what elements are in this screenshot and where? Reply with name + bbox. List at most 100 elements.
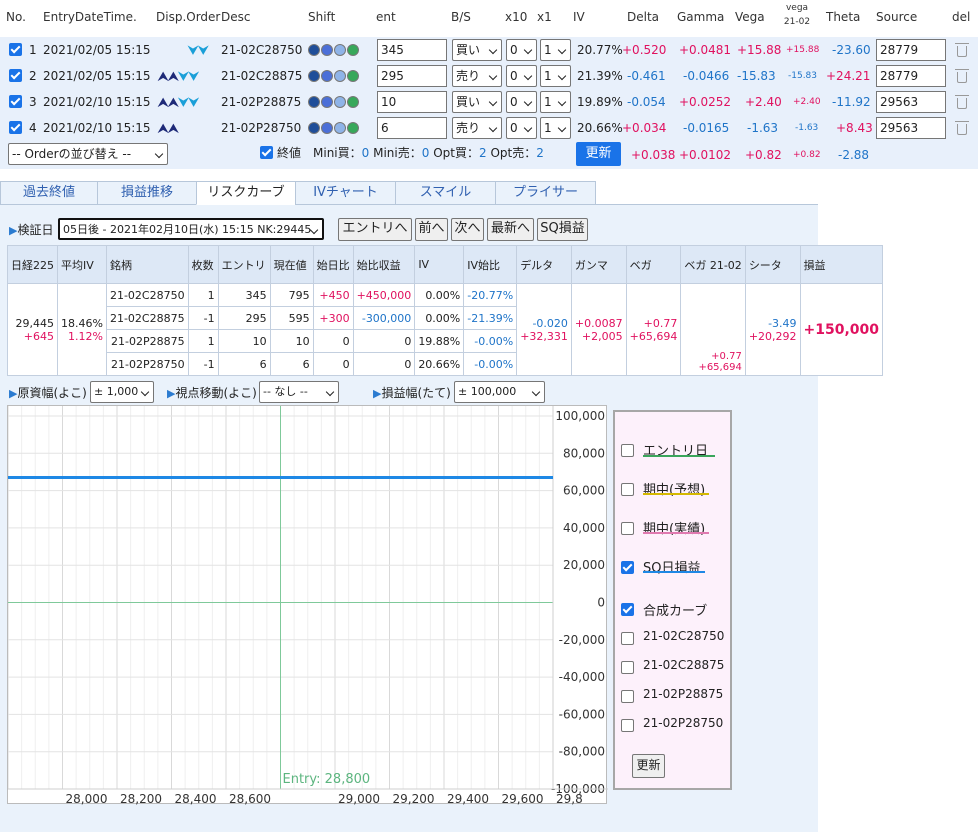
- legend-checkbox[interactable]: [621, 661, 634, 674]
- sq-pl-button[interactable]: SQ損益: [537, 218, 588, 241]
- shift-down-icon[interactable]: [321, 122, 333, 134]
- shift-up-icon[interactable]: [308, 122, 320, 134]
- move-top-icon[interactable]: ⮝: [158, 69, 168, 83]
- disp-order-arrows[interactable]: ⮝⮝⮟⮟: [158, 63, 199, 89]
- yrange-select[interactable]: ± 100,000: [454, 381, 545, 403]
- shift-buttons[interactable]: [308, 37, 360, 63]
- ent-input[interactable]: 345: [377, 39, 447, 61]
- shift-buttons[interactable]: [308, 63, 360, 89]
- view-select[interactable]: -- なし --: [259, 381, 339, 403]
- trash-icon[interactable]: [955, 43, 969, 57]
- shift-reset-icon[interactable]: [334, 44, 346, 56]
- move-bottom-icon[interactable]: ⮟: [189, 95, 199, 109]
- trash-icon[interactable]: [955, 121, 969, 135]
- disp-order-arrows[interactable]: ⮝⮝: [158, 115, 178, 141]
- row-checkbox[interactable]: [9, 95, 22, 108]
- x1-select[interactable]: 1: [540, 91, 571, 113]
- row-checkbox[interactable]: [9, 43, 22, 56]
- legend-checkbox[interactable]: [621, 690, 634, 703]
- shift-down-icon[interactable]: [321, 96, 333, 108]
- source-input[interactable]: 28779: [876, 65, 946, 87]
- x1-select[interactable]: 1: [540, 39, 571, 61]
- disp-order-arrows[interactable]: ⮟⮟: [188, 37, 208, 63]
- tab-pl-history[interactable]: 損益推移: [97, 181, 197, 205]
- ent-input[interactable]: 10: [377, 91, 447, 113]
- move-up-icon[interactable]: ⮝: [168, 95, 178, 109]
- tab-risk-curve[interactable]: リスクカーブ: [196, 181, 296, 205]
- final-checkbox[interactable]: [260, 146, 273, 159]
- move-down-icon[interactable]: ⮟: [178, 69, 188, 83]
- legend-checkbox[interactable]: [621, 632, 634, 645]
- bs-select[interactable]: 買い: [452, 39, 502, 61]
- trash-icon[interactable]: [955, 69, 969, 83]
- legend-checkbox[interactable]: [621, 603, 634, 616]
- move-top-icon[interactable]: ⮝: [158, 95, 168, 109]
- tab-smile[interactable]: スマイル: [395, 181, 496, 205]
- shift-down-icon[interactable]: [321, 70, 333, 82]
- xrange-select[interactable]: ± 1,000: [90, 381, 154, 403]
- x1-select[interactable]: 1: [540, 65, 571, 87]
- move-bottom-icon[interactable]: ⮟: [189, 69, 199, 83]
- move-top-icon[interactable]: ⮝: [158, 121, 168, 135]
- row-no: 1: [29, 43, 37, 57]
- goto-entry-button[interactable]: エントリへ: [338, 218, 412, 241]
- row-checkbox[interactable]: [9, 121, 22, 134]
- next-button[interactable]: 次へ: [451, 218, 484, 241]
- shift-up-icon[interactable]: [308, 96, 320, 108]
- update-button[interactable]: 更新: [576, 142, 621, 166]
- legend-checkbox[interactable]: [621, 444, 634, 457]
- legend-checkbox[interactable]: [621, 522, 634, 535]
- tab-pricer[interactable]: プライサー: [495, 181, 596, 205]
- shift-buttons[interactable]: [308, 89, 360, 115]
- row-checkbox[interactable]: [9, 69, 22, 82]
- move-up-icon[interactable]: ⮝: [168, 121, 178, 135]
- tab-iv-chart[interactable]: IVチャート: [295, 181, 396, 205]
- shift-up-icon[interactable]: [308, 70, 320, 82]
- disp-order-arrows[interactable]: ⮝⮝⮟⮟: [158, 89, 199, 115]
- x1-select[interactable]: 1: [540, 117, 571, 139]
- x-tick-label: 28,000: [66, 792, 108, 805]
- shift-next-icon[interactable]: [347, 96, 359, 108]
- ent-input[interactable]: 6: [377, 117, 447, 139]
- x10-select[interactable]: 0: [506, 91, 537, 113]
- shift-reset-icon[interactable]: [334, 70, 346, 82]
- rt-iv: 20.66%: [414, 352, 465, 376]
- move-down-icon[interactable]: ⮟: [188, 43, 198, 57]
- legend-checkbox[interactable]: [621, 561, 634, 574]
- shift-buttons[interactable]: [308, 115, 360, 141]
- legend-update-button[interactable]: 更新: [632, 754, 665, 778]
- prev-button[interactable]: 前へ: [415, 218, 448, 241]
- trash-icon[interactable]: [955, 95, 969, 109]
- x10-select[interactable]: 0: [506, 65, 537, 87]
- rt-iv: 0.00%: [414, 306, 465, 330]
- verify-date-select[interactable]: 05日後 - 2021年02月10日(水) 15:15 NK:29445: [58, 218, 324, 240]
- source-input[interactable]: 29563: [876, 91, 946, 113]
- source-input[interactable]: 29563: [876, 117, 946, 139]
- source-input[interactable]: 28779: [876, 39, 946, 61]
- rt-qty: 1: [187, 283, 219, 307]
- legend-checkbox[interactable]: [621, 719, 634, 732]
- move-up-icon[interactable]: ⮝: [168, 69, 178, 83]
- legend-checkbox[interactable]: [621, 483, 634, 496]
- bs-select[interactable]: 売り: [452, 65, 502, 87]
- x10-select[interactable]: 0: [506, 39, 537, 61]
- shift-reset-icon[interactable]: [334, 122, 346, 134]
- bs-select[interactable]: 売り: [452, 117, 502, 139]
- verify-label-wrap: ▶検証日: [9, 221, 53, 238]
- move-bottom-icon[interactable]: ⮟: [198, 43, 208, 57]
- move-down-icon[interactable]: ⮟: [178, 95, 188, 109]
- shift-down-icon[interactable]: [321, 44, 333, 56]
- tab-past-close[interactable]: 過去終値: [0, 181, 98, 205]
- shift-next-icon[interactable]: [347, 122, 359, 134]
- shift-next-icon[interactable]: [347, 70, 359, 82]
- latest-button[interactable]: 最新へ: [487, 218, 534, 241]
- shift-up-icon[interactable]: [308, 44, 320, 56]
- shift-reset-icon[interactable]: [334, 96, 346, 108]
- x10-select[interactable]: 0: [506, 117, 537, 139]
- col-iv: IV: [573, 10, 585, 24]
- y-tick-label: -60,000: [559, 707, 605, 721]
- ent-input[interactable]: 295: [377, 65, 447, 87]
- shift-next-icon[interactable]: [347, 44, 359, 56]
- bs-select[interactable]: 買い: [452, 91, 502, 113]
- sort-select[interactable]: -- Orderの並び替え --: [8, 143, 168, 165]
